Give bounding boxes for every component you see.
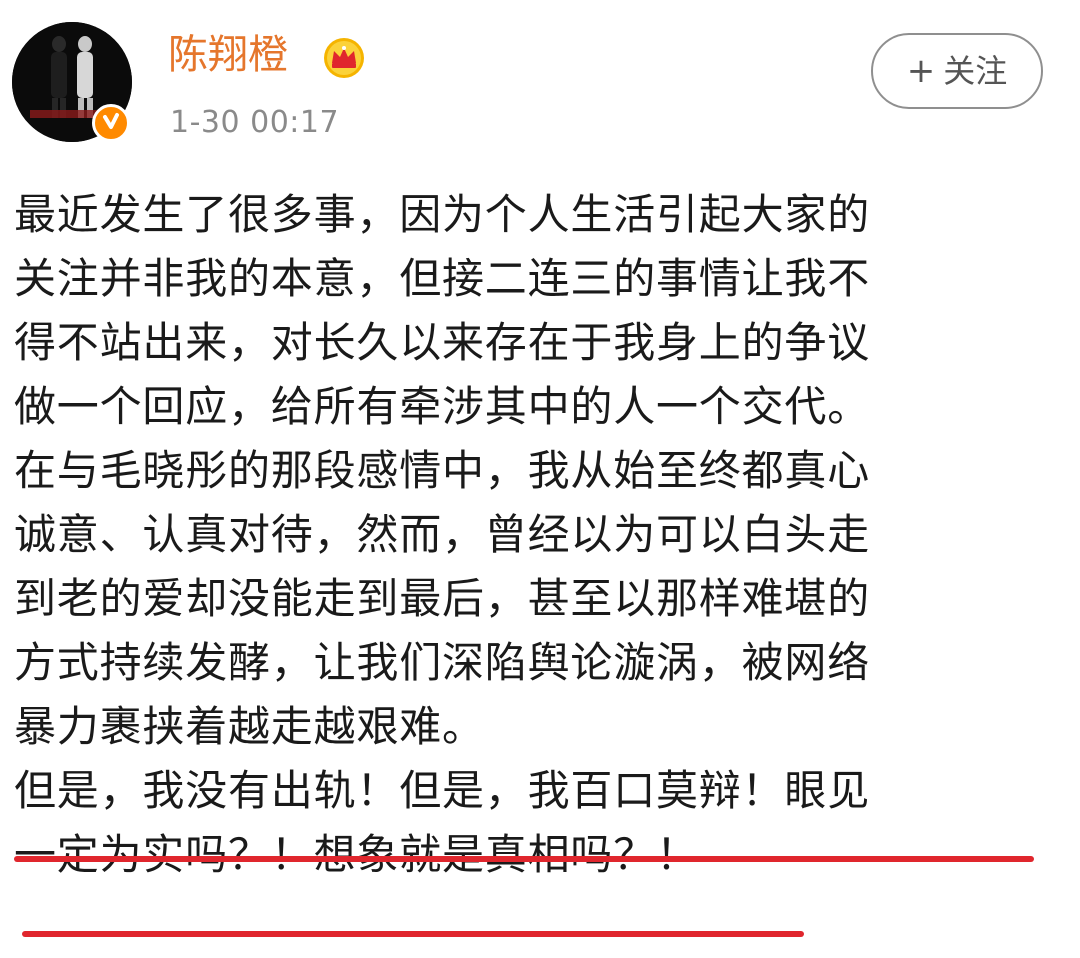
plus-icon: + <box>906 51 936 91</box>
post-line: 关注并非我的本意，但接二连三的事情让我不 <box>14 254 871 303</box>
post-line: 诚意、认真对待，然而，曾经以为可以白头走 <box>14 510 871 559</box>
post-line: 最近发生了很多事，因为个人生活引起大家的 <box>14 190 871 239</box>
vip-crown-icon <box>324 38 364 78</box>
post-line: 做一个回应，给所有牵涉其中的人一个交代。 <box>14 382 871 431</box>
post-header: 陈翔橙 1-30 00:17 + 关注 <box>0 0 1080 160</box>
post-line: 到老的爱却没能走到最后，甚至以那样难堪的 <box>14 574 871 623</box>
post-content: 最近发生了很多事，因为个人生活引起大家的 关注并非我的本意，但接二连三的事情让我… <box>14 183 1054 887</box>
post-line: 得不站出来，对长久以来存在于我身上的争议 <box>14 318 871 367</box>
post-line: 方式持续发酵，让我们深陷舆论漩涡，被网络 <box>14 638 871 687</box>
post-timestamp: 1-30 00:17 <box>170 105 340 140</box>
post-line-highlighted: 一定为实吗？！想象就是真相吗？！ <box>14 830 699 879</box>
verified-badge-icon <box>92 104 130 142</box>
post-line: 暴力裹挟着越走越艰难。 <box>14 702 485 751</box>
post-line: 在与毛晓彤的那段感情中，我从始至终都真心 <box>14 446 871 495</box>
red-underline <box>14 856 1034 862</box>
red-underline <box>22 931 804 937</box>
follow-button[interactable]: + 关注 <box>871 33 1043 109</box>
follow-button-label: 关注 <box>943 52 1008 90</box>
username[interactable]: 陈翔橙 <box>168 30 288 80</box>
post-line-highlighted: 但是，我没有出轨！但是，我百口莫辩！眼见 <box>14 766 871 815</box>
